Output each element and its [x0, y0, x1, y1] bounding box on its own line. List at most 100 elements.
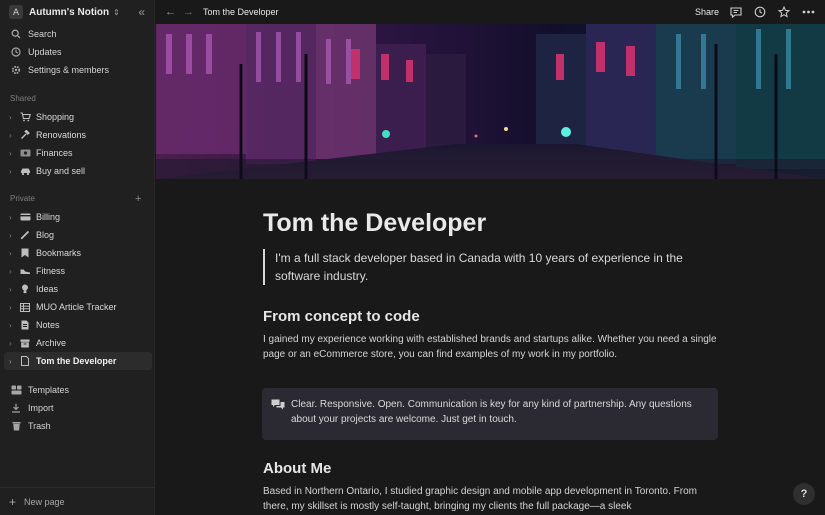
sidebar-item-label: MUO Article Tracker — [36, 302, 117, 312]
chevron-right-icon[interactable]: › — [9, 149, 19, 158]
clock-icon — [10, 46, 22, 58]
sidebar-item-fitness[interactable]: › Fitness — [4, 262, 152, 280]
topbar: ← → Tom the Developer Share — [156, 0, 825, 24]
plus-icon: + — [9, 494, 17, 509]
star-icon[interactable] — [777, 5, 791, 19]
sidebar-item-label: Trash — [28, 421, 51, 431]
sidebar-item-label: Billing — [36, 212, 61, 222]
sidebar-item-label: Archive — [36, 338, 67, 348]
sidebar-item-blog[interactable]: › Blog — [4, 226, 152, 244]
comment-icon[interactable] — [729, 5, 743, 19]
forward-arrow-icon[interactable]: → — [183, 6, 194, 18]
quote-block[interactable]: I'm a full stack developer based in Cana… — [263, 249, 713, 285]
chevron-right-icon[interactable]: › — [9, 339, 19, 348]
sidebar-item-buy-and-sell[interactable]: › Buy and sell — [4, 162, 152, 180]
sidebar-item-shopping[interactable]: › Shopping — [4, 108, 152, 126]
sidebar-item-templates[interactable]: Templates — [0, 381, 155, 399]
pencil-icon — [19, 229, 31, 241]
new-page-label: New page — [24, 496, 65, 507]
sidebar-item-import[interactable]: Import — [0, 399, 155, 417]
bulb-icon — [19, 283, 31, 295]
history-clock-icon[interactable] — [753, 5, 767, 19]
paragraph-about-me[interactable]: Based in Northern Ontario, I studied gra… — [263, 484, 718, 514]
workspace-switcher[interactable]: A Autumn's Notion ⇕ — [0, 0, 155, 24]
sidebar-item-label: Import — [28, 403, 54, 413]
more-options-icon[interactable] — [801, 5, 815, 19]
sidebar-item-label: Notes — [36, 320, 60, 330]
hammer-icon — [19, 129, 31, 141]
new-page-button[interactable]: + New page — [0, 487, 155, 515]
heading-about-me[interactable]: About Me — [263, 460, 331, 477]
heading-from-concept-to-code[interactable]: From concept to code — [263, 308, 420, 325]
sidebar-item-label: Shopping — [36, 112, 75, 122]
chevron-right-icon[interactable]: › — [9, 321, 19, 330]
document-icon — [19, 319, 31, 331]
sidebar-item-label: Bookmarks — [36, 248, 82, 258]
sidebar-item-settings[interactable]: Settings & members — [0, 61, 155, 79]
chevron-right-icon[interactable]: › — [9, 231, 19, 240]
sidebar-item-archive[interactable]: › Archive — [4, 334, 152, 352]
sidebar-item-notes[interactable]: › Notes — [4, 316, 152, 334]
shoe-icon — [19, 265, 31, 277]
table-icon — [19, 301, 31, 313]
chevron-right-icon[interactable]: › — [9, 357, 19, 366]
callout-block[interactable]: Clear. Responsive. Open. Communication i… — [262, 388, 718, 440]
page-icon — [19, 355, 31, 367]
sidebar-item-label: Templates — [28, 385, 70, 395]
chevron-right-icon[interactable]: › — [9, 303, 19, 312]
sidebar-item-updates[interactable]: Updates — [0, 43, 155, 61]
sidebar-item-label: Fitness — [36, 266, 66, 276]
chevron-right-icon[interactable]: › — [9, 131, 19, 140]
sidebar-item-finances[interactable]: › Finances — [4, 144, 152, 162]
chevron-right-icon[interactable]: › — [9, 113, 19, 122]
gear-icon — [10, 64, 22, 76]
sidebar-item-renovations[interactable]: › Renovations — [4, 126, 152, 144]
share-button[interactable]: Share — [695, 7, 719, 17]
paragraph-experience[interactable]: I gained my experience working with esta… — [263, 332, 718, 362]
add-page-plus-icon[interactable]: + — [135, 193, 141, 205]
download-icon — [10, 402, 22, 414]
sidebar-item-ideas[interactable]: › Ideas — [4, 280, 152, 298]
page-content: Tom the Developer I'm a full stack devel… — [156, 179, 825, 515]
sidebar-item-label: Updates — [28, 47, 62, 57]
bookmark-icon — [19, 247, 31, 259]
sidebar-item-bookmarks[interactable]: › Bookmarks — [4, 244, 152, 262]
callout-text: Clear. Responsive. Open. Communication i… — [291, 399, 692, 425]
sidebar: A Autumn's Notion ⇕ « Search Updates Set… — [0, 0, 155, 515]
sidebar-item-label: Finances — [36, 148, 73, 158]
sidebar-item-billing[interactable]: › Billing — [4, 208, 152, 226]
chevron-right-icon[interactable]: › — [9, 213, 19, 222]
search-icon — [10, 28, 22, 40]
workspace-avatar: A — [9, 5, 23, 19]
chevron-right-icon[interactable]: › — [9, 285, 19, 294]
sidebar-item-label: Ideas — [36, 284, 59, 294]
money-icon — [19, 147, 31, 159]
chevron-updown-icon: ⇕ — [113, 7, 120, 17]
section-label-private: Private — [10, 194, 35, 203]
sidebar-item-label: Settings & members — [28, 65, 110, 75]
trash-icon — [10, 420, 22, 432]
page-title[interactable]: Tom the Developer — [263, 209, 486, 238]
sidebar-item-label: Search — [28, 29, 57, 39]
sidebar-item-trash[interactable]: Trash — [0, 417, 155, 435]
templates-icon — [10, 384, 22, 396]
card-icon — [19, 211, 31, 223]
back-arrow-icon[interactable]: ← — [165, 6, 176, 18]
sidebar-item-label: Tom the Developer — [36, 356, 117, 366]
collapse-sidebar-icon[interactable]: « — [138, 5, 145, 19]
section-label-shared: Shared — [10, 94, 36, 103]
speech-bubbles-icon — [271, 399, 285, 416]
help-button[interactable]: ? — [793, 483, 815, 505]
breadcrumb-page-title[interactable]: Tom the Developer — [203, 7, 279, 17]
cart-icon — [19, 111, 31, 123]
cover-image-art — [156, 24, 825, 179]
sidebar-item-muo-article-tracker[interactable]: › MUO Article Tracker — [4, 298, 152, 316]
sidebar-item-label: Buy and sell — [36, 166, 86, 176]
chevron-right-icon[interactable]: › — [9, 249, 19, 258]
chevron-right-icon[interactable]: › — [9, 167, 19, 176]
sidebar-item-search[interactable]: Search — [0, 25, 155, 43]
sidebar-item-tom-the-developer[interactable]: › Tom the Developer — [4, 352, 152, 370]
chevron-right-icon[interactable]: › — [9, 267, 19, 276]
cover-image[interactable] — [156, 24, 825, 179]
archive-icon — [19, 337, 31, 349]
